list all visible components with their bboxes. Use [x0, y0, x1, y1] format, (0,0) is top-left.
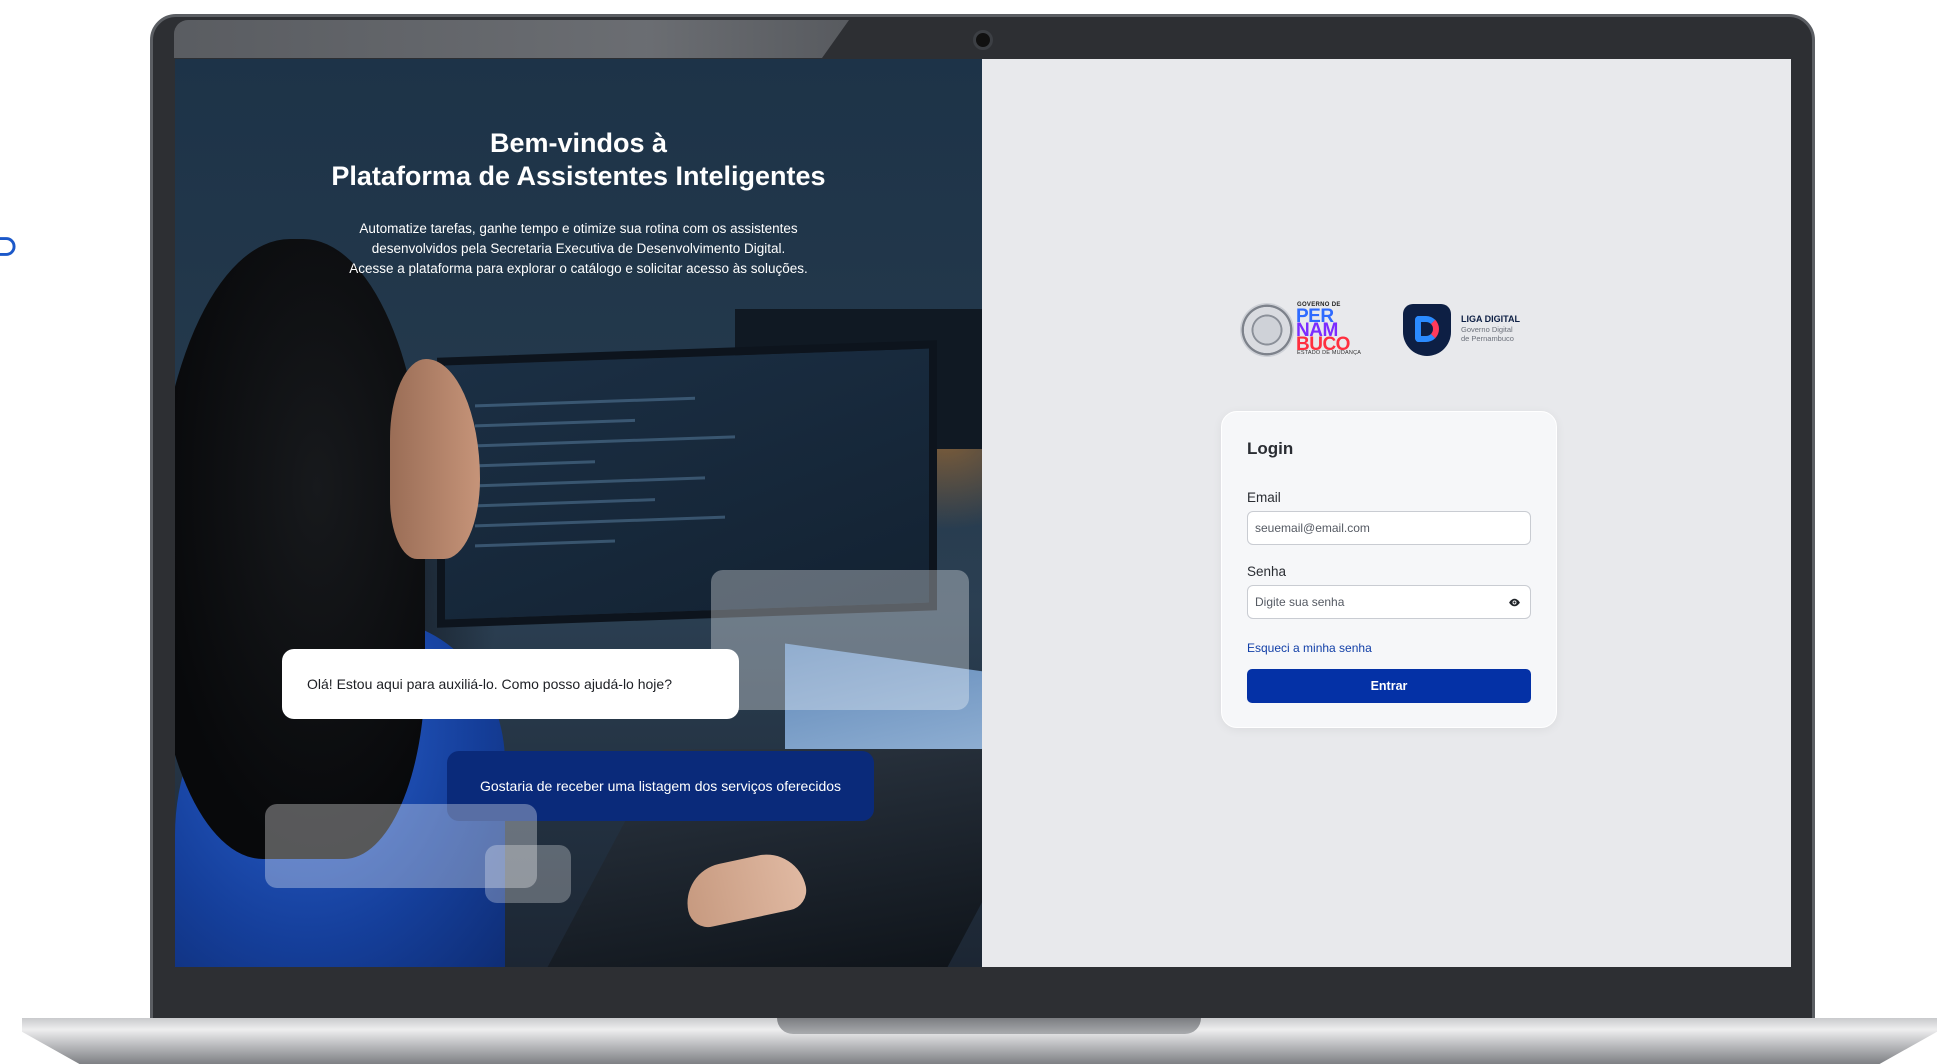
- login-card: Login Email seuemail@email.com Senha Dig…: [1221, 411, 1557, 728]
- liga-digital-subtitle-line1: Governo Digital: [1461, 325, 1513, 334]
- webcam-icon: [973, 30, 993, 50]
- email-placeholder: seuemail@email.com: [1255, 521, 1370, 535]
- glass-card-decoration: [485, 845, 571, 903]
- hero-subtitle-line2: desenvolvidos pela Secretaria Executiva …: [371, 241, 786, 256]
- laptop-base-notch: [777, 1018, 1201, 1034]
- hero-title: Bem-vindos à Plataforma de Assistentes I…: [175, 127, 982, 193]
- hero-title-line1: Bem-vindos à: [489, 128, 668, 158]
- hero-subtitle-line3: Acesse a plataforma para explorar o catá…: [349, 261, 808, 276]
- liga-digital-logo: LIGA DIGITAL Governo Digital de Pernambu…: [1403, 304, 1533, 356]
- forgot-password-link[interactable]: Esqueci a minha senha: [1247, 641, 1372, 655]
- liga-digital-shield-icon: [1403, 304, 1451, 356]
- liga-digital-subtitle: Governo Digital de Pernambuco: [1461, 325, 1541, 343]
- chat-bubble-assistant: Olá! Estou aqui para auxiliá-lo. Como po…: [282, 649, 739, 719]
- partner-logos: GOVERNO DE PER NAM BUCO ESTADO DE MUDANÇ…: [1240, 302, 1530, 358]
- hero-subtitle: Automatize tarefas, ganhe tempo e otimiz…: [295, 219, 862, 279]
- password-placeholder: Digite sua senha: [1255, 595, 1345, 609]
- email-field[interactable]: seuemail@email.com: [1247, 511, 1531, 545]
- liga-digital-subtitle-line2: de Pernambuco: [1461, 334, 1514, 343]
- edge-glyph-decoration: ⊃: [0, 224, 20, 268]
- governo-pernambuco-logo: GOVERNO DE PER NAM BUCO ESTADO DE MUDANÇ…: [1240, 302, 1365, 358]
- password-field[interactable]: Digite sua senha: [1247, 585, 1531, 619]
- login-title: Login: [1247, 439, 1294, 458]
- gov-logo-tagline: ESTADO DE MUDANÇA: [1297, 350, 1362, 356]
- hero-photo-person-hair: [175, 239, 425, 859]
- hero-title-line2: Plataforma de Assistentes Inteligentes: [331, 161, 826, 191]
- eye-icon[interactable]: [1508, 596, 1521, 609]
- password-label: Senha: [1247, 564, 1287, 579]
- lid-glare: [174, 20, 849, 58]
- glass-card-decoration: [711, 570, 969, 710]
- liga-digital-title: LIGA DIGITAL: [1461, 314, 1520, 324]
- hero-panel: Bem-vindos à Plataforma de Assistentes I…: [175, 59, 982, 967]
- state-seal-icon: [1240, 303, 1294, 357]
- mockup-stage: ⊃ Bem-vindos à Plataforma de Assistentes…: [0, 0, 1937, 1064]
- email-label: Email: [1247, 490, 1281, 505]
- login-submit-button[interactable]: Entrar: [1247, 669, 1531, 703]
- laptop-screen: Bem-vindos à Plataforma de Assistentes I…: [175, 59, 1791, 967]
- hero-subtitle-line1: Automatize tarefas, ganhe tempo e otimiz…: [359, 221, 798, 236]
